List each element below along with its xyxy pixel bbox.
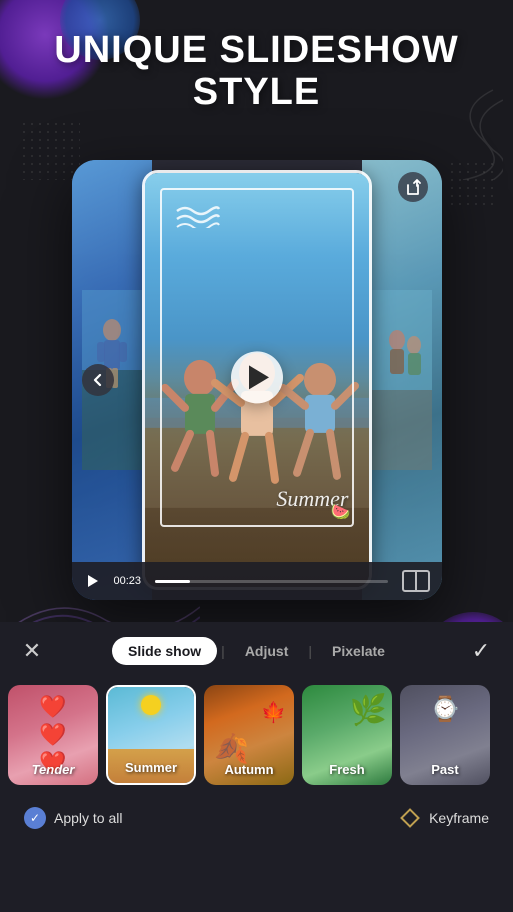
apply-check-mark: ✓ xyxy=(30,811,40,825)
filter-row: ❤️ ❤️ ❤️ Tender Summer 🍂 xyxy=(0,680,513,790)
filter-past-label: Past xyxy=(400,762,490,777)
watermelon-icon: 🍉 xyxy=(331,502,351,522)
side-photo-right-inner xyxy=(362,160,442,600)
apply-all-button[interactable]: ✓ Apply to all xyxy=(24,807,122,829)
play-small-icon xyxy=(88,575,98,587)
filter-autumn-bg: 🍂 🍁 Autumn xyxy=(204,685,294,785)
right-scene-svg xyxy=(372,290,432,470)
keyframe-diamond-shape xyxy=(400,808,420,828)
apply-all-label: Apply to all xyxy=(54,810,122,826)
apply-check-icon: ✓ xyxy=(24,807,46,829)
close-button[interactable]: ✕ xyxy=(18,637,46,665)
tab-pixelate[interactable]: Pixelate xyxy=(316,637,401,665)
filter-tender-bg: ❤️ ❤️ ❤️ Tender xyxy=(8,685,98,785)
filter-fresh-label: Fresh xyxy=(302,762,392,777)
main-photo[interactable]: Summer 🍉 xyxy=(142,170,372,590)
preview-controls-bar: 00:23 xyxy=(72,562,442,600)
play-icon xyxy=(249,365,269,389)
keyframe-icon xyxy=(399,807,421,829)
play-button[interactable] xyxy=(231,351,283,403)
compare-button[interactable] xyxy=(402,570,430,592)
photo-wave-decoration xyxy=(175,203,220,228)
bottom-panel: ✕ Slide show | Adjust | Pixelate ✓ ❤️ xyxy=(0,622,513,912)
share-button[interactable] xyxy=(398,172,428,202)
filter-past-bg: ⌚ Past xyxy=(400,685,490,785)
nav-arrow-left[interactable] xyxy=(82,364,114,396)
action-bar: ✓ Apply to all Keyframe xyxy=(0,790,513,846)
check-icon: ✓ xyxy=(472,638,490,664)
main-photo-bg: Summer 🍉 xyxy=(145,173,369,587)
progress-bar[interactable] xyxy=(155,580,387,583)
tab-items: Slide show | Adjust | Pixelate xyxy=(112,637,401,665)
filter-summer-bg: Summer xyxy=(108,687,194,783)
chevron-left-icon xyxy=(91,373,105,387)
close-icon: ✕ xyxy=(23,640,41,662)
side-photo-right xyxy=(362,160,442,600)
play-small-button[interactable] xyxy=(84,572,102,590)
tab-slideshow[interactable]: Slide show xyxy=(112,637,217,665)
title-line2: STYLE xyxy=(193,71,320,113)
device-frame: Summer 🍉 00:23 xyxy=(72,160,442,600)
filter-summer[interactable]: Summer xyxy=(106,685,196,785)
tab-divider-1: | xyxy=(217,643,229,659)
filter-tender-label: Tender xyxy=(8,762,98,777)
title-line1: UNIQUE SLIDESHOW xyxy=(54,29,458,71)
main-title: UNIQUE SLIDESHOW STYLE xyxy=(0,30,513,114)
tab-adjust[interactable]: Adjust xyxy=(229,637,305,665)
filter-summer-label: Summer xyxy=(108,760,194,775)
time-display: 00:23 xyxy=(114,575,142,587)
header-section: UNIQUE SLIDESHOW STYLE xyxy=(0,30,513,114)
keyframe-label: Keyframe xyxy=(429,810,489,826)
compare-line xyxy=(415,572,417,590)
filter-past[interactable]: ⌚ Past xyxy=(400,685,490,785)
filter-fresh-bg: 🌿 Fresh xyxy=(302,685,392,785)
keyframe-button[interactable]: Keyframe xyxy=(399,807,489,829)
filter-fresh[interactable]: 🌿 Fresh xyxy=(302,685,392,785)
tab-divider-2: | xyxy=(304,643,316,659)
progress-fill xyxy=(155,580,190,583)
filter-autumn[interactable]: 🍂 🍁 Autumn xyxy=(204,685,294,785)
confirm-button[interactable]: ✓ xyxy=(467,637,495,665)
filter-autumn-label: Autumn xyxy=(204,762,294,777)
filter-tender[interactable]: ❤️ ❤️ ❤️ Tender xyxy=(8,685,98,785)
share-icon xyxy=(405,179,421,195)
tab-bar: ✕ Slide show | Adjust | Pixelate ✓ xyxy=(0,622,513,680)
